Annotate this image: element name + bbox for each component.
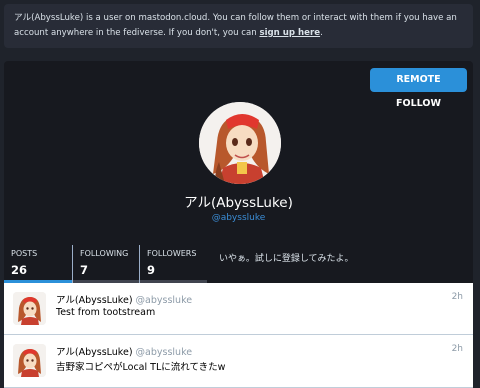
- follow-button[interactable]: FOLLOW: [370, 97, 467, 111]
- counter-following[interactable]: FOLLOWING 7: [72, 245, 139, 283]
- status-timestamp[interactable]: 2h: [452, 344, 463, 354]
- status-avatar[interactable]: [13, 292, 46, 325]
- profile-display-name: アル(AbyssLuke): [184, 195, 293, 211]
- profile-avatar: [199, 102, 281, 184]
- avatar-image-icon: [199, 102, 281, 184]
- status-acct: @abyssluke: [135, 295, 193, 306]
- notice-suffix: .: [320, 28, 323, 38]
- profile-bio: いやぁ。試しに登録してみたよ。: [219, 254, 354, 264]
- counter-value: 26: [11, 263, 28, 277]
- avatar-image-icon: [13, 292, 46, 325]
- profile-card: REMOTE FOLLOW アル(AbyssLuke) @abyssluke P…: [4, 61, 473, 283]
- remote-follow-button[interactable]: REMOTE: [370, 68, 467, 92]
- status-item[interactable]: アル(AbyssLuke) @abyssluke 2h 吉野家コピペがLocal …: [4, 335, 473, 388]
- avatar-image-icon: [13, 344, 46, 377]
- status-item[interactable]: アル(AbyssLuke) @abyssluke 2h Test from too…: [4, 283, 473, 335]
- counter-label: FOLLOWING: [80, 249, 129, 258]
- counter-value: 9: [147, 263, 156, 277]
- guest-notice: アル(AbyssLuke) is a user on mastodon.clou…: [4, 4, 473, 48]
- status-display-name: アル(AbyssLuke): [56, 347, 133, 358]
- status-acct: @abyssluke: [135, 347, 193, 358]
- status-content: Test from tootstream: [56, 307, 156, 318]
- status-author[interactable]: アル(AbyssLuke) @abyssluke: [56, 292, 192, 306]
- status-author[interactable]: アル(AbyssLuke) @abyssluke: [56, 344, 192, 358]
- status-display-name: アル(AbyssLuke): [56, 295, 133, 306]
- counter-label: FOLLOWERS: [147, 249, 197, 258]
- counter-followers[interactable]: FOLLOWERS 9: [139, 245, 207, 283]
- status-timestamp[interactable]: 2h: [452, 292, 463, 302]
- status-avatar[interactable]: [13, 344, 46, 377]
- signup-link[interactable]: sign up here: [259, 28, 320, 38]
- notice-text: アル(AbyssLuke) is a user on mastodon.clou…: [14, 13, 457, 38]
- counter-label: POSTS: [11, 249, 38, 258]
- counter-value: 7: [80, 263, 89, 277]
- status-content: 吉野家コピペがLocal TLに流れてきたw: [56, 362, 226, 373]
- profile-handle[interactable]: @abyssluke: [4, 213, 473, 223]
- counter-posts[interactable]: POSTS 26: [4, 245, 72, 283]
